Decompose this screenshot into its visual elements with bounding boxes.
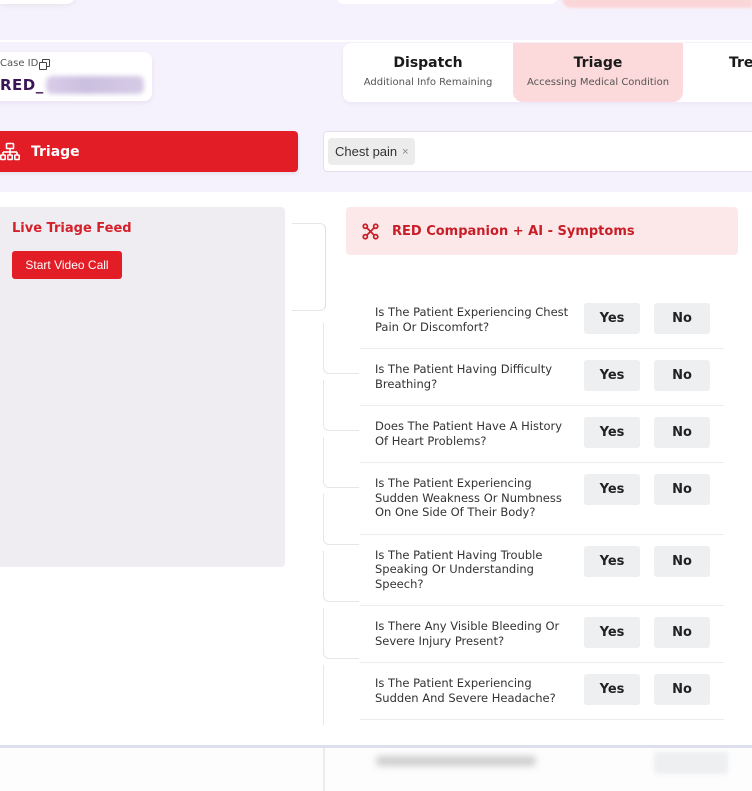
remove-tag-icon[interactable]: × [402, 146, 408, 158]
symptom-question-row: Is The Patient Experiencing Sudden Weakn… [360, 463, 724, 535]
symptom-question-row: Is The Patient Having Trouble Speaking O… [360, 535, 724, 606]
answer-buttons: Yes No [584, 417, 710, 448]
main-content: Live Triage Feed Start Video Call RED Co… [0, 192, 752, 745]
stage-title: Dispatch [393, 55, 463, 71]
answer-buttons: Yes No [584, 360, 710, 391]
question-text: Is The Patient Having Difficulty Breathi… [375, 362, 553, 391]
connector-line [323, 494, 359, 545]
stage-tabs: Dispatch Additional Info Remaining Triag… [343, 43, 752, 102]
question-text: Is The Patient Having Trouble Speaking O… [375, 547, 543, 591]
question-text: Is There Any Visible Bleeding Or Severe … [375, 619, 560, 648]
symptom-question-row: Is The Patient Having Difficulty Breathi… [360, 349, 724, 406]
answer-buttons: Yes No [584, 474, 710, 505]
case-id-card: Case ID RED_ [0, 52, 152, 101]
symptom-question-row: Is The Patient Experiencing Sudden And S… [360, 663, 724, 720]
symptom-tag-label: Chest pain [335, 144, 398, 159]
connector-line [323, 608, 359, 659]
top-left-card [0, 0, 76, 4]
stage-subtitle: Additional Info Remaining [363, 77, 493, 88]
yes-button[interactable]: Yes [584, 417, 640, 448]
drone-icon [362, 222, 379, 240]
top-middle-card [336, 0, 558, 4]
connector-line [323, 748, 325, 791]
stage-subtitle: Accessing Medical Condition [526, 77, 670, 88]
symptom-question-row: Is The Patient Experiencing Chest Pain O… [360, 292, 724, 349]
blurred-answer-button [654, 752, 728, 774]
yes-button[interactable]: Yes [584, 617, 640, 648]
triage-header-label: Triage [31, 143, 80, 160]
case-id-redacted [45, 76, 144, 94]
answer-buttons: Yes No [584, 303, 710, 334]
yes-button[interactable]: Yes [584, 303, 640, 334]
ai-symptoms-title: RED Companion + AI - Symptoms [392, 223, 635, 239]
triage-section-header: Triage [0, 131, 298, 172]
stage-title: Triage [573, 55, 623, 71]
connector-line [323, 665, 325, 725]
case-id-prefix: RED_ [0, 76, 44, 94]
question-text: Does The Patient Have A History Of Heart… [375, 419, 563, 448]
no-button[interactable]: No [654, 360, 710, 391]
answer-buttons: Yes No [584, 674, 710, 705]
stage-tab-treatment[interactable]: Tre [683, 43, 752, 102]
ai-symptoms-header: RED Companion + AI - Symptoms [346, 207, 738, 255]
symptoms-tag-input[interactable]: Chest pain × [323, 131, 752, 172]
connector-line [323, 380, 359, 431]
yes-button[interactable]: Yes [584, 360, 640, 391]
answer-buttons: Yes No [584, 617, 710, 648]
symptom-tag: Chest pain × [328, 138, 415, 165]
stage-tab-triage[interactable]: Triage Accessing Medical Condition [513, 43, 683, 102]
stage-tab-dispatch[interactable]: Dispatch Additional Info Remaining [343, 43, 513, 102]
case-id-label: Case ID [0, 58, 39, 69]
copy-icon[interactable] [39, 58, 51, 70]
yes-button[interactable]: Yes [584, 545, 640, 577]
case-id-label-row: Case ID [0, 58, 51, 70]
no-button[interactable]: No [654, 417, 710, 448]
live-triage-feed-title: Live Triage Feed [12, 221, 132, 236]
top-right-card [562, 0, 752, 8]
header-divider [0, 40, 752, 42]
connector-line [323, 323, 359, 374]
no-button[interactable]: No [654, 617, 710, 648]
answer-buttons: Yes No [584, 545, 710, 577]
yes-button[interactable]: Yes [584, 674, 640, 705]
stage-title: Tre [729, 55, 752, 71]
start-video-call-button[interactable]: Start Video Call [12, 251, 122, 279]
question-text: Is The Patient Experiencing Sudden And S… [375, 676, 556, 705]
no-button[interactable]: No [654, 545, 710, 577]
hierarchy-icon [0, 142, 20, 160]
symptom-question-row: Is There Any Visible Bleeding Or Severe … [360, 606, 724, 663]
connector-line [323, 551, 359, 602]
yes-button[interactable]: Yes [584, 474, 640, 505]
no-button[interactable]: No [654, 474, 710, 505]
scrolled-overflow-area [0, 745, 752, 791]
symptom-questions-list: Is The Patient Experiencing Chest Pain O… [360, 292, 724, 720]
live-triage-feed-panel: Live Triage Feed Start Video Call [0, 207, 285, 567]
case-id-value: RED_ [0, 76, 144, 94]
question-text: Is The Patient Experiencing Chest Pain O… [375, 305, 569, 334]
connector-line [292, 223, 326, 311]
no-button[interactable]: No [654, 674, 710, 705]
symptom-question-row: Does The Patient Have A History Of Heart… [360, 406, 724, 463]
top-strip [0, 0, 752, 40]
blurred-question-text [376, 756, 536, 766]
connector-line [323, 437, 359, 488]
question-text: Is The Patient Experiencing Sudden Weakn… [375, 476, 562, 519]
no-button[interactable]: No [654, 303, 710, 334]
